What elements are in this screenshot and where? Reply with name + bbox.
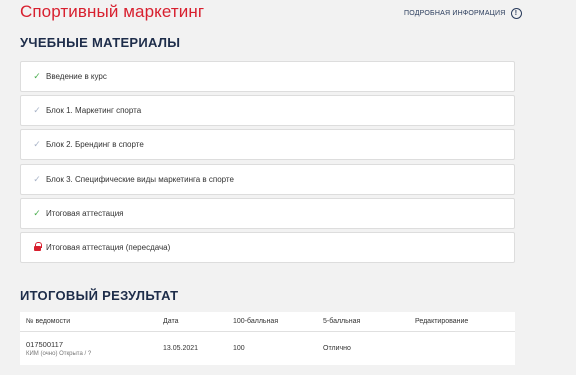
- checkmark-icon: ✓: [33, 207, 41, 218]
- material-label: Блок 2. Брендинг в спорте: [46, 140, 144, 150]
- material-item-final-exam-retake[interactable]: Итоговая аттестация (пересдача): [20, 231, 515, 263]
- score100-cell: 100: [233, 344, 245, 352]
- material-item-block-3[interactable]: ✓ Блок 3. Специфические виды маркетинга …: [20, 163, 515, 195]
- material-item-block-2[interactable]: ✓ Блок 2. Брендинг в спорте: [20, 129, 515, 161]
- materials-list: ✓ Введение в курс ✓ Блок 1. Маркетинг сп…: [20, 61, 515, 266]
- lock-icon: [31, 241, 43, 253]
- column-header-score100: 100-балльная: [227, 312, 317, 332]
- checkmark-icon: ✓: [33, 71, 41, 81]
- table-row: 017500117 КИМ (очно) Открыта / ? 13.05.2…: [20, 331, 515, 365]
- checkmark-icon: ✓: [33, 139, 41, 150]
- results-section-title: ИТОГОВЫЙ РЕЗУЛЬТАТ: [20, 288, 179, 303]
- material-label: Блок 3. Специфические виды маркетинга в …: [46, 174, 234, 184]
- material-label: Блок 1. Маркетинг спорта: [46, 106, 142, 116]
- material-label: Итоговая аттестация (пересдача): [46, 242, 171, 252]
- vedomost-details: КИМ (очно) Открыта / ?: [26, 350, 92, 357]
- checkmark-icon: ✓: [33, 173, 41, 184]
- results-table: № ведомости Дата 100-балльная 5-балльная…: [20, 312, 515, 365]
- course-title: Спортивный маркетинг: [20, 2, 205, 21]
- column-header-score5: 5-балльная: [317, 312, 409, 332]
- checkmark-icon: ✓: [33, 105, 41, 116]
- column-header-vedomost: № ведомости: [20, 312, 157, 332]
- info-icon: !: [510, 8, 522, 19]
- material-label: Итоговая аттестация: [46, 208, 124, 218]
- materials-section-title: УЧЕБНЫЕ МАТЕРИАЛЫ: [20, 35, 181, 50]
- material-label: Введение в курс: [46, 72, 107, 81]
- vedomost-cell: 017500117 КИМ (очно) Открыта / ?: [20, 331, 157, 365]
- more-info-label: ПОДРОБНАЯ ИНФОРМАЦИЯ: [404, 10, 506, 17]
- vedomost-number: 017500117: [26, 339, 63, 349]
- material-item-final-exam[interactable]: ✓ Итоговая аттестация: [20, 197, 515, 229]
- course-page: Спортивный маркетинг ПОДРОБНАЯ ИНФОРМАЦИ…: [0, 0, 576, 375]
- material-item-intro[interactable]: ✓ Введение в курс: [20, 61, 515, 92]
- more-info-link[interactable]: ПОДРОБНАЯ ИНФОРМАЦИЯ !: [404, 8, 522, 19]
- material-item-block-1[interactable]: ✓ Блок 1. Маркетинг спорта: [20, 95, 515, 127]
- score5-cell: Отлично: [323, 344, 351, 352]
- column-header-date: Дата: [157, 312, 227, 332]
- table-header-row: № ведомости Дата 100-балльная 5-балльная…: [20, 312, 515, 332]
- edit-cell: [409, 331, 515, 365]
- column-header-edit: Редактирование: [409, 312, 515, 332]
- date-cell: 13.05.2021: [163, 344, 199, 352]
